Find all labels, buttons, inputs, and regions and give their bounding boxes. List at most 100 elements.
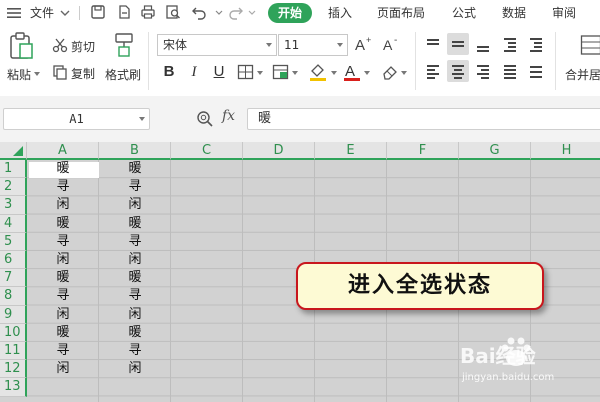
cell-a3[interactable]: 闲	[27, 196, 99, 214]
cell-b3[interactable]: 闲	[99, 196, 171, 214]
select-all-button[interactable]	[0, 142, 27, 160]
cell-b8[interactable]: 寻	[99, 287, 171, 305]
cell-style-dropdown-icon[interactable]	[291, 69, 299, 77]
increase-font-icon[interactable]: A +	[354, 35, 374, 53]
cell-b4[interactable]: 暖	[99, 215, 171, 233]
align-right-icon[interactable]	[472, 60, 494, 82]
bold-icon[interactable]: B	[159, 62, 179, 82]
cell-b9[interactable]: 闲	[99, 306, 171, 324]
row-header-1[interactable]: 1	[0, 160, 27, 179]
row-header-13[interactable]: 13	[0, 378, 27, 397]
paste-dropdown-icon[interactable]	[33, 70, 41, 78]
cell-b10[interactable]: 暖	[99, 324, 171, 342]
font-size-select[interactable]: 11	[278, 34, 348, 56]
distributed-align-icon[interactable]	[525, 60, 547, 82]
row-header-9[interactable]: 9	[0, 305, 27, 324]
cell-b1[interactable]: 暖	[99, 160, 171, 178]
print-preview-icon[interactable]	[165, 4, 181, 20]
decrease-font-icon[interactable]: A-	[382, 35, 402, 53]
cut-button[interactable]: 剪切	[71, 38, 95, 55]
row-header-2[interactable]: 2	[0, 178, 27, 197]
format-painter-icon[interactable]	[113, 32, 135, 58]
name-box[interactable]: A1	[3, 108, 150, 130]
justify-icon[interactable]	[499, 60, 521, 82]
file-menu[interactable]: 文件	[30, 0, 54, 26]
row-header-5[interactable]: 5	[0, 232, 27, 251]
tab-insert[interactable]: 插入	[328, 0, 352, 26]
align-left-icon[interactable]	[422, 60, 444, 82]
merge-center-button[interactable]: 合并居	[565, 66, 600, 83]
column-header-a[interactable]: A	[27, 142, 99, 160]
cell-b5[interactable]: 寻	[99, 233, 171, 251]
row-header-8[interactable]: 8	[0, 287, 27, 306]
borders-icon[interactable]	[237, 64, 255, 80]
underline-icon[interactable]: U	[209, 62, 229, 82]
save-icon[interactable]	[90, 4, 106, 20]
tab-review[interactable]: 审阅	[552, 0, 576, 26]
column-header-b[interactable]: B	[99, 142, 171, 160]
undo-dropdown-icon[interactable]	[214, 4, 224, 20]
row-header-10[interactable]: 10	[0, 323, 27, 342]
align-top-icon[interactable]	[422, 33, 444, 55]
cell-b6[interactable]: 闲	[99, 251, 171, 269]
row-header-11[interactable]: 11	[0, 342, 27, 361]
redo-icon[interactable]	[228, 4, 244, 20]
align-center-icon[interactable]	[447, 60, 469, 82]
column-header-g[interactable]: G	[459, 142, 531, 160]
fill-color-icon[interactable]	[308, 62, 328, 82]
tab-home[interactable]: 开始	[268, 3, 312, 23]
cell-a1[interactable]: 暖	[27, 160, 99, 178]
merge-cells-icon[interactable]	[580, 34, 600, 56]
row-header-3[interactable]: 3	[0, 196, 27, 215]
eraser-icon[interactable]	[381, 63, 399, 81]
formula-input[interactable]: 暖	[247, 108, 600, 130]
tab-data[interactable]: 数据	[502, 0, 526, 26]
cell-a5[interactable]: 寻	[27, 233, 99, 251]
print-icon[interactable]	[140, 4, 156, 20]
row-header-7[interactable]: 7	[0, 269, 27, 288]
menu-icon[interactable]	[6, 5, 22, 21]
scissors-icon[interactable]	[52, 37, 68, 53]
column-header-e[interactable]: E	[315, 142, 387, 160]
paste-icon[interactable]	[8, 32, 34, 60]
column-header-f[interactable]: F	[387, 142, 459, 160]
zoom-search-icon[interactable]	[196, 110, 214, 128]
cell-a6[interactable]: 闲	[27, 251, 99, 269]
cell-a11[interactable]: 寻	[27, 342, 99, 360]
eraser-dropdown-icon[interactable]	[400, 69, 408, 77]
cell-a2[interactable]: 寻	[27, 178, 99, 196]
tab-formulas[interactable]: 公式	[452, 0, 476, 26]
cell-a4[interactable]: 暖	[27, 215, 99, 233]
cell-style-icon[interactable]	[272, 64, 290, 80]
cell-b11[interactable]: 寻	[99, 342, 171, 360]
copy-button[interactable]: 复制	[71, 65, 95, 82]
font-color-icon[interactable]: A	[343, 62, 361, 82]
cell-a9[interactable]: 闲	[27, 306, 99, 324]
cell-a10[interactable]: 暖	[27, 324, 99, 342]
column-header-h[interactable]: H	[531, 142, 600, 160]
export-pdf-icon[interactable]	[116, 4, 132, 20]
undo-icon[interactable]	[191, 4, 207, 20]
tab-page-layout[interactable]: 页面布局	[377, 0, 425, 26]
column-header-d[interactable]: D	[243, 142, 315, 160]
format-painter-button[interactable]: 格式刷	[105, 66, 141, 83]
borders-dropdown-icon[interactable]	[256, 69, 264, 77]
cell-a12[interactable]: 闲	[27, 360, 99, 378]
font-name-select[interactable]: 宋体	[157, 34, 277, 56]
insert-function-button[interactable]: fx	[222, 108, 235, 124]
cell-b2[interactable]: 寻	[99, 178, 171, 196]
cell-a8[interactable]: 寻	[27, 287, 99, 305]
redo-dropdown-icon[interactable]	[247, 4, 257, 20]
row-header-6[interactable]: 6	[0, 251, 27, 270]
italic-icon[interactable]: I	[184, 62, 204, 82]
column-header-c[interactable]: C	[171, 142, 243, 160]
chevron-down-icon[interactable]	[60, 6, 70, 20]
cell-b7[interactable]: 暖	[99, 269, 171, 287]
align-bottom-icon[interactable]	[472, 33, 494, 55]
row-header-12[interactable]: 12	[0, 360, 27, 379]
align-middle-icon[interactable]	[447, 33, 469, 55]
increase-indent-icon[interactable]	[525, 33, 547, 55]
decrease-indent-icon[interactable]	[499, 33, 521, 55]
font-color-dropdown-icon[interactable]	[363, 69, 371, 77]
cell-b12[interactable]: 闲	[99, 360, 171, 378]
